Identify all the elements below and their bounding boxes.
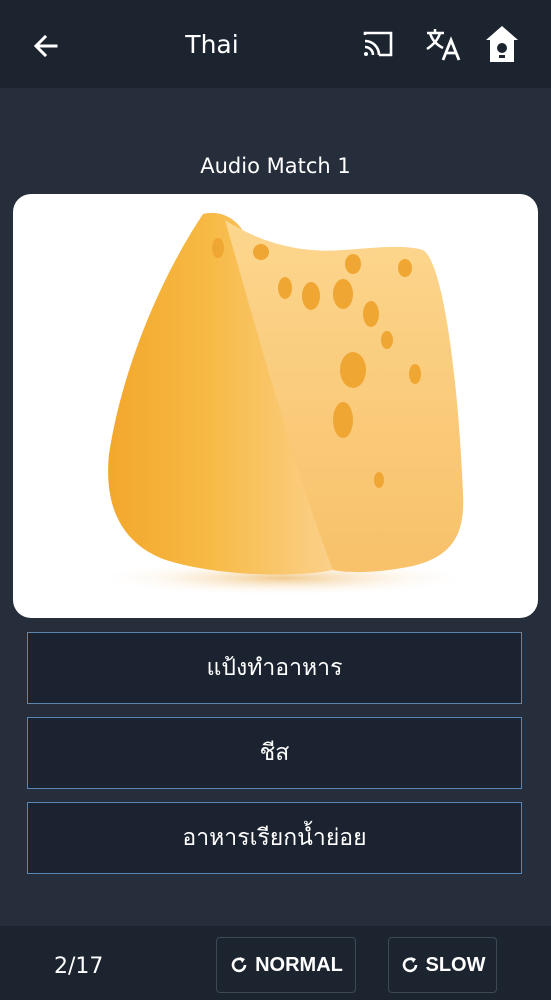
home-button[interactable] xyxy=(482,24,522,64)
back-button[interactable] xyxy=(26,26,66,66)
answer-option-label: อาหารเรียกน้ำย่อย xyxy=(182,825,367,851)
slow-speed-button[interactable]: SLOW xyxy=(388,937,497,993)
answer-option-label: ชีส xyxy=(259,740,290,766)
normal-speed-button[interactable]: NORMAL xyxy=(216,937,356,993)
replay-icon xyxy=(402,957,417,973)
answer-option[interactable]: แป้งทำอาหาร xyxy=(27,632,522,704)
answer-option-label: แป้งทำอาหาร xyxy=(206,655,343,681)
birdhouse-icon xyxy=(486,26,518,62)
answer-option[interactable]: ชีส xyxy=(27,717,522,789)
answer-option[interactable]: อาหารเรียกน้ำย่อย xyxy=(27,802,522,874)
slow-speed-label: SLOW xyxy=(425,953,486,976)
cast-icon xyxy=(363,31,393,57)
page-title: Thai xyxy=(185,30,239,59)
translate-button[interactable] xyxy=(423,24,463,64)
progress-counter: 2/17 xyxy=(54,954,104,979)
cast-button[interactable] xyxy=(358,24,398,64)
back-arrow-icon xyxy=(33,34,58,58)
exercise-title: Audio Match 1 xyxy=(200,154,351,178)
normal-speed-label: NORMAL xyxy=(255,953,343,976)
translate-icon xyxy=(426,29,461,61)
replay-icon xyxy=(231,957,247,973)
exercise-image xyxy=(13,194,538,618)
cheese-image xyxy=(93,212,473,596)
